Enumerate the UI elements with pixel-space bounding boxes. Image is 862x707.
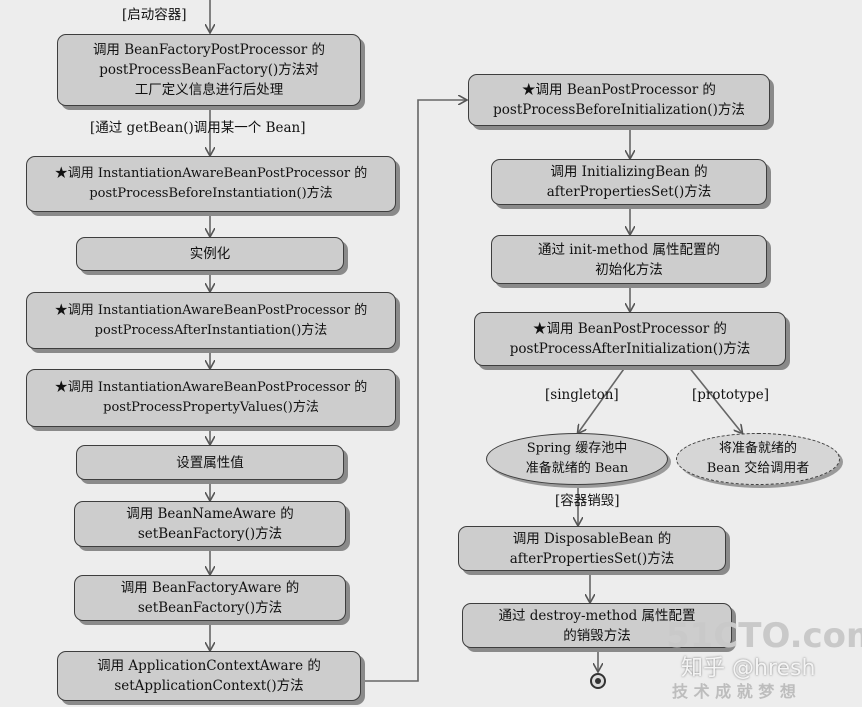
label-singleton: [singleton] [545,387,619,403]
watermark-slogan: 技 术 成 就 梦 想 [672,682,796,701]
label-destroy-container: [容器销毁] [555,493,620,509]
node-bean-factory-aware: 调用 BeanFactoryAware 的 setBeanFactory()方法 [74,575,346,621]
node-bean-name-aware: 调用 BeanNameAware 的 setBeanFactory()方法 [74,501,346,547]
label-get-bean: [通过 getBean()调用某一个 Bean] [90,120,306,136]
node-iabpp-after-instantiation: ★调用 InstantiationAwareBeanPostProcessor … [26,292,396,349]
label-start-container: [启动容器] [122,7,187,23]
node-instantiate: 实例化 [76,237,344,271]
final-state-icon [590,673,606,689]
node-initializing-bean: 调用 InitializingBean 的 afterPropertiesSet… [491,159,767,205]
node-disposable-bean: 调用 DisposableBean 的 afterPropertiesSet()… [458,526,726,571]
node-spring-cache-ready-bean: Spring 缓存池中 准备就绪的 Bean [486,433,668,485]
lifecycle-diagram: [启动容器] [通过 getBean()调用某一个 Bean] [singlet… [0,0,862,707]
node-bpp-after-initialization: ★调用 BeanPostProcessor 的 postProcessAfter… [474,312,786,366]
node-application-context-aware: 调用 ApplicationContextAware 的 setApplicat… [57,651,361,701]
node-bean-to-caller: 将准备就绪的 Bean 交给调用者 [676,433,840,485]
node-bean-factory-post-processor: 调用 BeanFactoryPostProcessor 的 postProces… [57,34,361,106]
node-set-property-values: 设置属性值 [76,445,344,480]
node-iabpp-before-instantiation: ★调用 InstantiationAwareBeanPostProcessor … [26,156,396,212]
label-prototype: [prototype] [692,387,769,403]
node-init-method: 通过 init-method 属性配置的 初始化方法 [491,235,767,284]
node-iabpp-property-values: ★调用 InstantiationAwareBeanPostProcessor … [26,369,396,427]
node-bpp-before-initialization: ★调用 BeanPostProcessor 的 postProcessBefor… [468,74,770,126]
